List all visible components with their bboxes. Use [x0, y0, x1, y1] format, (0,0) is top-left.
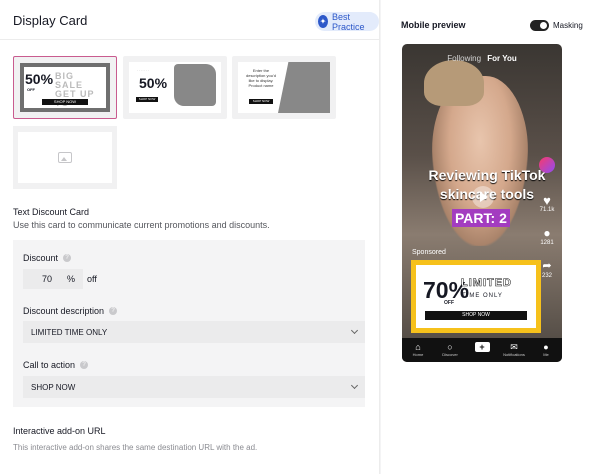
- sponsored-label: Sponsored: [412, 249, 446, 256]
- template-card-1[interactable]: 50% OFF BIG SALE GET UP TO SHOP NOW: [13, 56, 117, 119]
- template-card-custom[interactable]: [13, 126, 117, 189]
- template-button: SHOP NOW: [136, 97, 158, 102]
- comment-icon: ●: [543, 226, 551, 240]
- discount-label-row: Discount ?: [23, 253, 72, 263]
- ad-off: OFF: [444, 300, 454, 306]
- inbox-icon: ✉: [510, 342, 518, 352]
- play-icon: [472, 186, 494, 208]
- plus-icon: +: [474, 342, 490, 352]
- help-icon[interactable]: ?: [63, 254, 72, 262]
- discount-suffix: off: [87, 274, 97, 284]
- ad-time: TIME ONLY: [462, 293, 503, 299]
- template-text: Enter the description you'd like to disp…: [246, 68, 276, 88]
- best-practice-label: Best Practice: [332, 11, 365, 32]
- cta-label-row: Call to action ?: [23, 360, 89, 370]
- home-icon: ⌂: [415, 342, 421, 352]
- ad-limited: LIMITED: [461, 277, 512, 290]
- heart-icon: ♥: [543, 193, 551, 208]
- bottom-nav: ⌂ Home ○ Discover + ✉ Notifications ● Me: [402, 338, 562, 362]
- profile-icon: ●: [543, 342, 549, 352]
- template-percent: 50%: [25, 71, 54, 87]
- discount-form: Discount ? 70 % off Discount description…: [13, 240, 365, 407]
- feed-nav: Following For You: [402, 54, 562, 63]
- template-image: [174, 64, 216, 106]
- nav-following: Following: [447, 54, 482, 63]
- description-select[interactable]: LIMITED TIME ONLY: [23, 321, 365, 343]
- discount-value: 70: [42, 274, 53, 284]
- phone-preview: Following For You Reviewing TikTok skinc…: [402, 44, 562, 362]
- nav-me: ● Me: [532, 342, 560, 357]
- section-description: Use this card to communicate current pro…: [13, 220, 270, 230]
- interactive-url-description: This interactive add-on shares the same …: [13, 443, 258, 452]
- chevron-down-icon: [350, 326, 359, 335]
- like-count: 71.1k: [539, 207, 555, 213]
- page-title: Display Card: [13, 13, 88, 28]
- header: Display Card ✦ Best Practice: [0, 0, 379, 40]
- help-icon[interactable]: ?: [109, 307, 118, 315]
- masking-toggle[interactable]: [530, 20, 549, 31]
- template-image: [278, 62, 330, 113]
- nav-notifications: ✉ Notifications: [500, 342, 528, 357]
- nav-discover: ○ Discover: [436, 342, 464, 357]
- overlay-part: PART: 2: [452, 209, 510, 227]
- template-card-2[interactable]: · · · · · · · 50% SHOP NOW: [123, 56, 227, 119]
- like-button: ♥ 71.1k: [538, 194, 556, 213]
- section-title: Text Discount Card: [13, 207, 90, 217]
- creator-avatar: [538, 157, 556, 173]
- nav-for-you: For You: [487, 54, 517, 63]
- masking-label: Masking: [553, 21, 583, 30]
- preview-title: Mobile preview: [401, 20, 466, 30]
- help-icon[interactable]: ?: [80, 361, 89, 369]
- discount-field-row: 70 % off: [23, 269, 97, 289]
- editor-panel: Display Card ✦ Best Practice 50% OFF BIG…: [0, 0, 380, 474]
- ad-display-card: 70% OFF LIMITED TIME ONLY SHOP NOW: [411, 260, 541, 333]
- lightbulb-icon: ✦: [318, 15, 329, 28]
- cta-select[interactable]: SHOP NOW: [23, 376, 365, 398]
- discount-unit: %: [66, 274, 75, 284]
- preview-panel: Mobile preview Masking Following For You…: [381, 0, 594, 474]
- search-icon: ○: [447, 342, 453, 352]
- comment-count: 1281: [540, 240, 554, 246]
- nav-home: ⌂ Home: [404, 342, 432, 357]
- cta-label: Call to action: [23, 360, 76, 370]
- template-percent: 50%: [139, 75, 168, 91]
- description-label: Discount description: [23, 306, 105, 316]
- description-value: LIMITED TIME ONLY: [31, 327, 108, 337]
- chevron-down-icon: [350, 381, 359, 390]
- interactive-url-title: Interactive add-on URL: [13, 426, 106, 436]
- discount-label: Discount: [23, 253, 59, 263]
- description-label-row: Discount description ?: [23, 306, 118, 316]
- template-off: OFF: [27, 87, 35, 92]
- comment-button: ● 1281: [538, 226, 556, 247]
- template-card-3[interactable]: Enter the description you'd like to disp…: [232, 56, 336, 119]
- template-button: SHOP NOW: [249, 99, 273, 104]
- discount-input[interactable]: 70 %: [23, 269, 83, 289]
- best-practice-button[interactable]: ✦ Best Practice: [315, 11, 379, 32]
- nav-create: +: [468, 342, 496, 352]
- ad-shop-button: SHOP NOW: [425, 311, 527, 320]
- template-button: SHOP NOW: [42, 99, 88, 105]
- image-icon: [58, 152, 72, 163]
- cta-value: SHOP NOW: [31, 382, 76, 392]
